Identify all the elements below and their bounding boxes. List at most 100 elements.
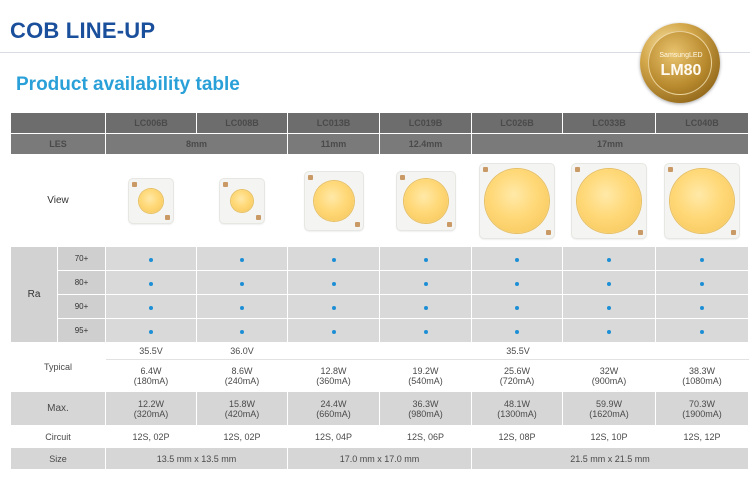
available-dot-icon [423, 257, 428, 262]
availability-cell [379, 294, 472, 319]
cob-chip-image [220, 178, 264, 223]
view-cell [105, 154, 197, 247]
availability-cell [471, 270, 563, 295]
typical-voltage: 36.0V [196, 342, 288, 360]
les-label: LES [10, 133, 106, 155]
availability-cell [196, 294, 288, 319]
typical-power-cell: 32W (900mA) [562, 359, 656, 392]
max-current: (660mA) [316, 408, 351, 419]
typical-power: 8.6W [231, 365, 253, 376]
model-header-row: LC006B LC008B LC013B LC019B LC026B LC033… [10, 112, 749, 134]
available-dot-icon [149, 257, 153, 262]
page-subtitle: Product availability table [16, 74, 240, 95]
circuit-value: 12S, 02P [196, 425, 288, 448]
availability-cell [379, 318, 472, 343]
typical-current: (1080mA) [682, 375, 722, 386]
typical-power-cell: 25.6W (720mA) [471, 359, 563, 392]
view-row: View [10, 154, 749, 247]
availability-cell [287, 318, 380, 343]
max-current: (1300mA) [497, 408, 537, 419]
available-dot-icon [149, 329, 153, 334]
max-power: 48.1W [503, 398, 530, 409]
availability-cell [655, 270, 749, 295]
ra-row: 95+ [11, 318, 749, 343]
product-availability-table: LC006B LC008B LC013B LC019B LC026B LC033… [10, 112, 749, 470]
ra-row: Ra 70+ [10, 246, 749, 343]
max-power: 12.2W [137, 398, 164, 409]
availability-cell [562, 270, 656, 295]
max-cell: 48.1W (1300mA) [471, 391, 563, 426]
max-cell: 12.2W (320mA) [105, 391, 197, 426]
available-dot-icon [515, 329, 519, 334]
available-dot-icon [700, 305, 704, 310]
model-header: LC033B [562, 112, 656, 134]
circuit-value: 12S, 06P [379, 425, 472, 448]
max-current: (420mA) [224, 408, 260, 419]
available-dot-icon [607, 257, 611, 262]
available-dot-icon [423, 329, 428, 334]
cob-chip-image [129, 178, 173, 223]
availability-cell [562, 246, 656, 271]
max-power: 24.4W [320, 398, 347, 409]
view-cell [287, 154, 380, 247]
availability-cell [196, 270, 288, 295]
page-title: COB LINE-UP [10, 18, 156, 43]
available-dot-icon [607, 281, 611, 286]
ra-level: 70+ [57, 246, 106, 271]
typical-current: (180mA) [133, 375, 169, 386]
view-cell [562, 154, 656, 247]
available-dot-icon [331, 257, 336, 262]
circuit-value: 12S, 10P [562, 425, 656, 448]
cob-chip-image [304, 171, 363, 230]
max-power: 70.3W [688, 398, 715, 409]
max-power: 59.9W [595, 398, 622, 409]
ra-row: 80+ [11, 270, 749, 295]
cob-chip-image [480, 163, 554, 238]
availability-cell [562, 318, 656, 343]
model-header: LC006B [105, 112, 197, 134]
typical-power-cell: 12.8W (360mA) [287, 359, 380, 392]
circuit-value: 12S, 08P [471, 425, 563, 448]
availability-cell [287, 294, 380, 319]
availability-cell [655, 246, 749, 271]
availability-cell [471, 294, 563, 319]
size-label: Size [10, 447, 106, 470]
les-value: 12.4mm [379, 133, 472, 155]
available-dot-icon [240, 257, 244, 262]
availability-cell [105, 270, 197, 295]
cob-chip-image [665, 163, 739, 238]
circuit-label: Circuit [10, 425, 106, 448]
availability-cell [196, 246, 288, 271]
availability-cell [287, 246, 380, 271]
available-dot-icon [423, 305, 428, 310]
les-row: LES 8mm 11mm 12.4mm 17mm [10, 133, 749, 155]
ra-level: 95+ [57, 318, 106, 343]
typical-label: Typical [10, 342, 106, 392]
available-dot-icon [700, 329, 704, 334]
circuit-value: 12S, 12P [655, 425, 749, 448]
typical-power-cell: 6.4W (180mA) [105, 359, 197, 392]
availability-cell [655, 294, 749, 319]
typical-power-cell: 8.6W (240mA) [196, 359, 288, 392]
availability-cell [196, 318, 288, 343]
typical-power-cell: 19.2W (540mA) [379, 359, 472, 392]
les-value: 17mm [471, 133, 749, 155]
available-dot-icon [700, 257, 704, 262]
available-dot-icon [423, 281, 428, 286]
available-dot-icon [700, 281, 704, 286]
max-label: Max. [10, 391, 106, 426]
typical-current: (720mA) [499, 375, 535, 386]
ra-level: 80+ [57, 270, 106, 295]
les-value: 8mm [105, 133, 288, 155]
model-header: LC040B [655, 112, 749, 134]
model-header: LC013B [287, 112, 380, 134]
available-dot-icon [515, 281, 519, 286]
typical-power: 19.2W [412, 365, 439, 376]
availability-cell [287, 270, 380, 295]
max-current: (1900mA) [682, 408, 722, 419]
availability-cell [562, 294, 656, 319]
cob-chip-image [572, 163, 646, 238]
typical-power: 12.8W [320, 365, 347, 376]
view-label: View [10, 154, 106, 247]
available-dot-icon [515, 257, 519, 262]
